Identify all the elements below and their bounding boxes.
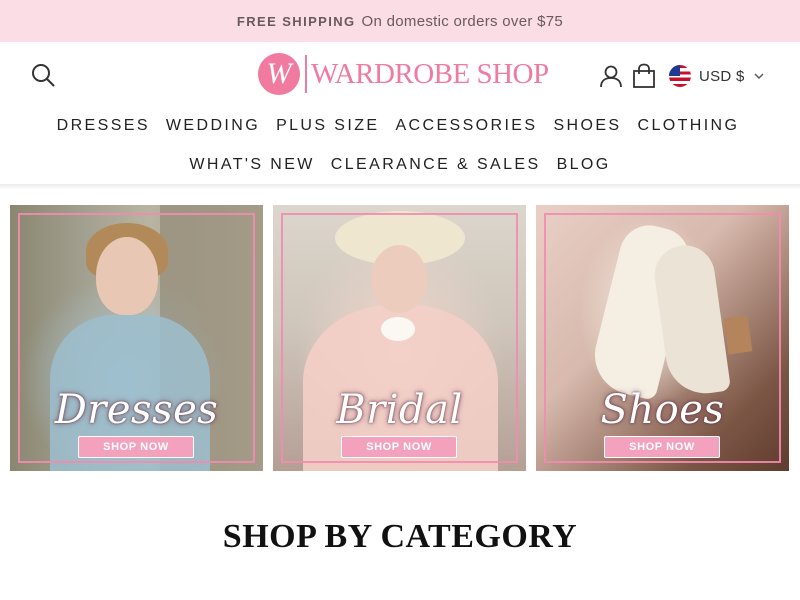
main-nav: DRESSES WEDDING PLUS SIZE ACCESSORIES SH… xyxy=(0,106,800,184)
currency-label: USD $ xyxy=(699,67,745,85)
nav-item-blog[interactable]: BLOG xyxy=(549,156,619,174)
banner-shoes[interactable]: Shoes SHOP NOW xyxy=(536,205,789,471)
logo-divider xyxy=(305,55,307,93)
cart-button[interactable] xyxy=(632,62,656,90)
nav-item-clearance-sales[interactable]: CLEARANCE & SALES xyxy=(323,156,549,174)
header-divider xyxy=(0,184,800,190)
banner-bridal[interactable]: Bridal SHOP NOW xyxy=(273,205,526,471)
nav-item-clothing[interactable]: CLOTHING xyxy=(629,117,747,135)
announcement-bar: FREE SHIPPING On domestic orders over $7… xyxy=(0,0,800,42)
us-flag-icon xyxy=(669,65,691,87)
featured-banners: Dresses SHOP NOW Bridal SHOP NOW Shoes S… xyxy=(10,205,789,471)
site-logo[interactable]: W WARDROBE SHOP xyxy=(258,52,549,96)
cart-icon xyxy=(633,63,655,88)
chevron-down-icon xyxy=(754,73,764,79)
nav-item-dresses[interactable]: DRESSES xyxy=(49,117,158,135)
shop-now-button[interactable]: SHOP NOW xyxy=(341,436,457,458)
account-icon xyxy=(600,65,622,88)
nav-row-primary: DRESSES WEDDING PLUS SIZE ACCESSORIES SH… xyxy=(0,106,800,145)
announcement-bold: FREE SHIPPING xyxy=(236,13,356,29)
shop-now-button[interactable]: SHOP NOW xyxy=(78,436,194,458)
nav-item-wedding[interactable]: WEDDING xyxy=(158,117,268,135)
section-title: SHOP BY CATEGORY xyxy=(222,518,578,555)
banner-title: Dresses xyxy=(54,387,219,433)
announcement-text: On domestic orders over $75 xyxy=(361,12,564,30)
search-button[interactable] xyxy=(30,62,56,88)
logo-mark: W xyxy=(258,53,300,95)
currency-selector[interactable]: USD $ xyxy=(669,62,765,90)
nav-row-secondary: WHAT'S NEW CLEARANCE & SALES BLOG xyxy=(0,145,800,184)
nav-item-accessories[interactable]: ACCESSORIES xyxy=(387,117,545,135)
shop-now-button[interactable]: SHOP NOW xyxy=(604,436,720,458)
account-button[interactable] xyxy=(598,62,624,90)
search-icon xyxy=(32,64,55,87)
nav-item-whats-new[interactable]: WHAT'S NEW xyxy=(181,156,322,174)
logo-text: WARDROBE SHOP xyxy=(311,57,549,90)
banner-title: Bridal xyxy=(336,387,463,433)
banner-dresses[interactable]: Dresses SHOP NOW xyxy=(10,205,263,471)
site-header: W WARDROBE SHOP USD $ xyxy=(0,42,800,106)
nav-item-shoes[interactable]: SHOES xyxy=(545,117,629,135)
nav-item-plus-size[interactable]: PLUS SIZE xyxy=(268,117,387,135)
banner-title: Shoes xyxy=(600,387,725,433)
